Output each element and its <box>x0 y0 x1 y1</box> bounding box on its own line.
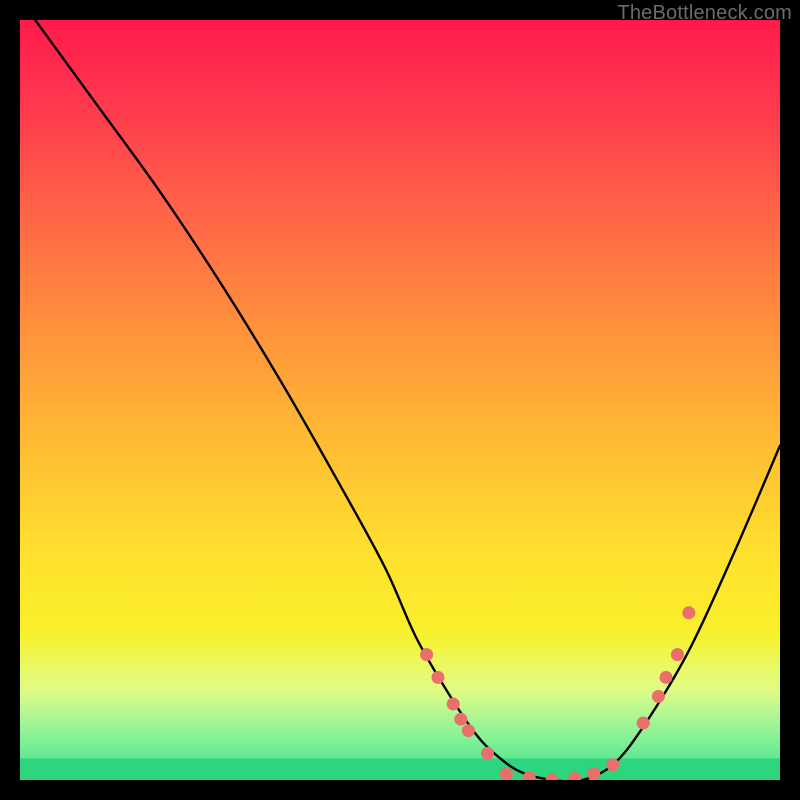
data-marker <box>523 771 536 780</box>
watermark-text: TheBottleneck.com <box>617 2 792 25</box>
data-marker <box>546 774 559 781</box>
data-marker <box>671 648 684 661</box>
chart-svg <box>20 20 780 780</box>
plot-area <box>20 20 780 780</box>
data-marker <box>500 767 513 780</box>
data-marker <box>420 648 433 661</box>
data-marker <box>568 772 581 780</box>
data-marker <box>682 606 695 619</box>
data-marker <box>587 767 600 780</box>
bottleneck-curve <box>35 20 780 780</box>
data-marker <box>447 698 460 711</box>
data-marker <box>660 671 673 684</box>
data-marker <box>432 671 445 684</box>
data-markers <box>420 606 695 780</box>
data-marker <box>481 747 494 760</box>
chart-stage: TheBottleneck.com <box>0 0 800 800</box>
data-marker <box>454 713 467 726</box>
data-marker <box>637 717 650 730</box>
data-marker <box>606 758 619 771</box>
data-marker <box>652 690 665 703</box>
data-marker <box>462 724 475 737</box>
